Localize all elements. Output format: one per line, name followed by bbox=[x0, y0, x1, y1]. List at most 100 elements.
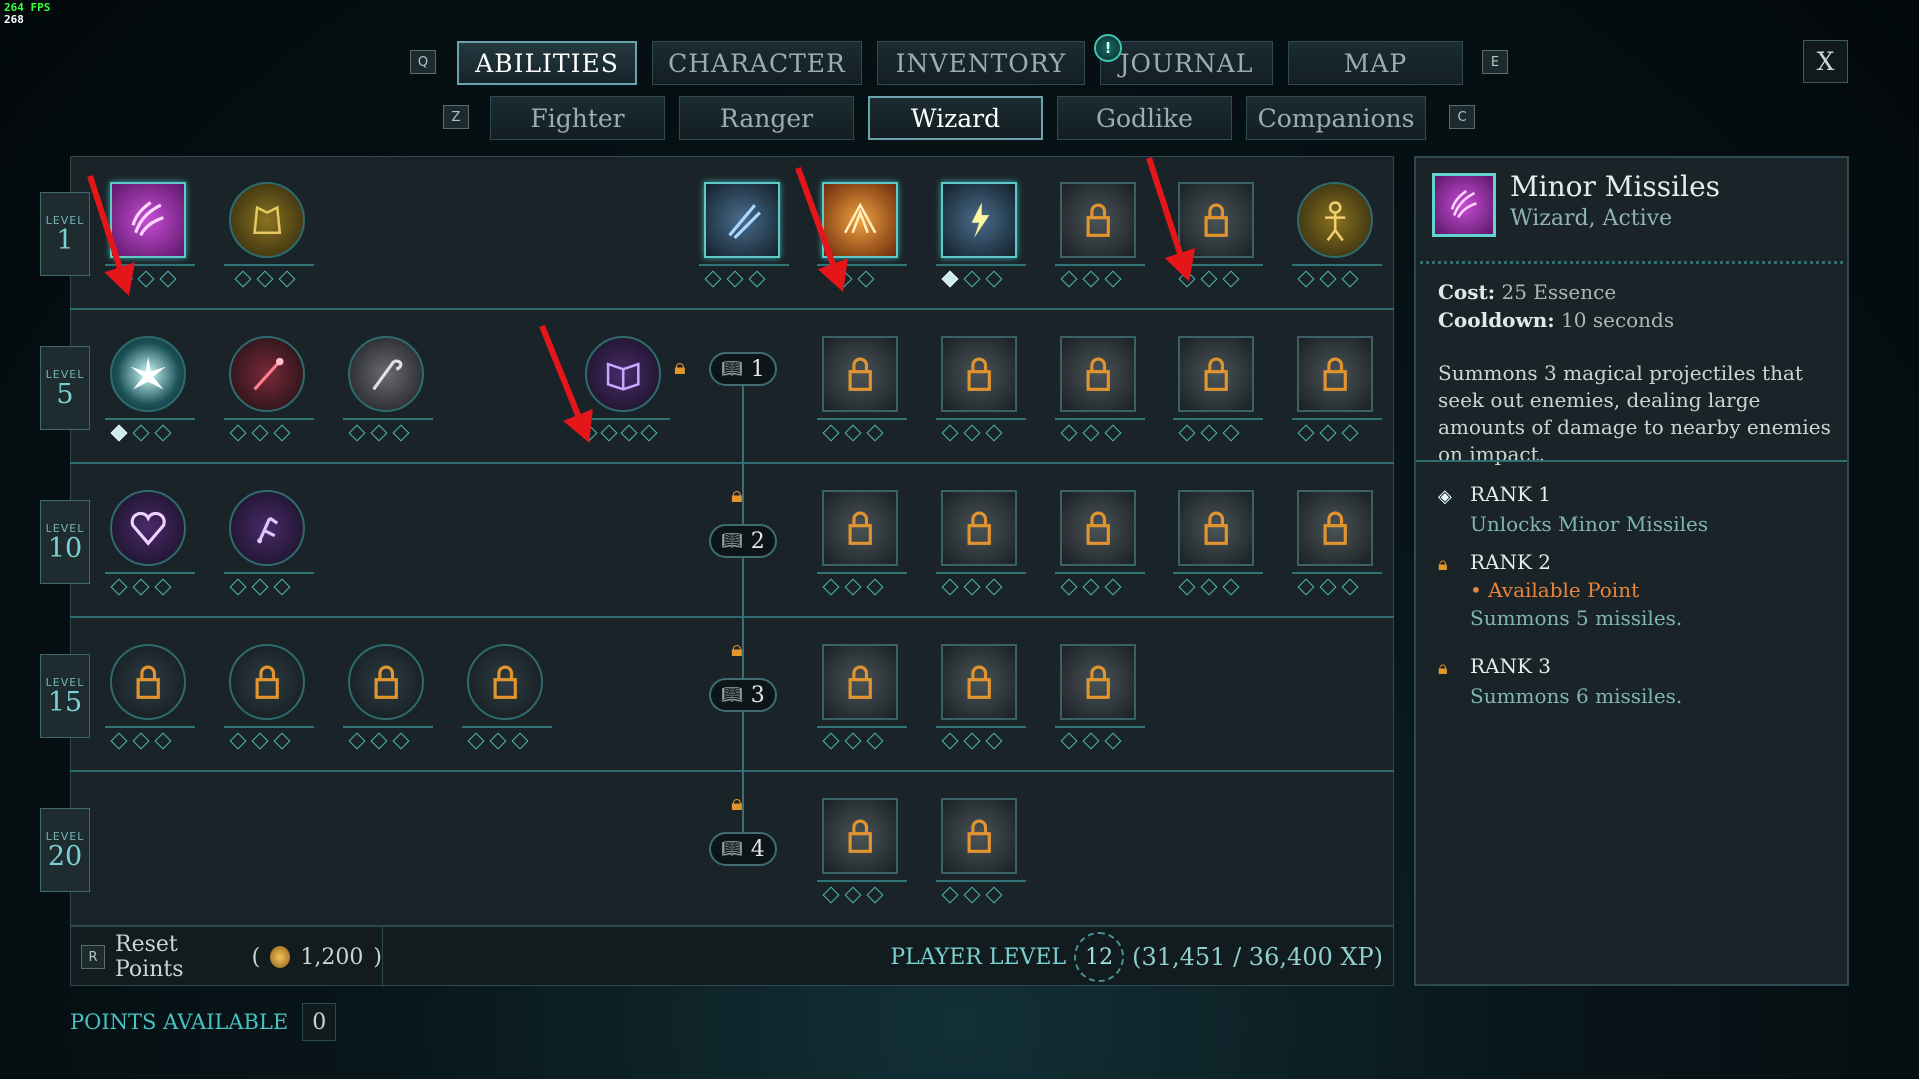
subtab-fighter[interactable]: Fighter bbox=[490, 96, 665, 140]
staff-ability[interactable] bbox=[348, 336, 424, 412]
prev-subtab-key[interactable]: Z bbox=[443, 105, 469, 129]
lock-icon bbox=[967, 511, 991, 545]
rank-pips bbox=[229, 732, 291, 750]
locked-ability[interactable] bbox=[822, 336, 898, 412]
points-label: POINTS AVAILABLE bbox=[70, 1010, 289, 1034]
rank-pip bbox=[1319, 424, 1337, 442]
subtab-ranger[interactable]: Ranger bbox=[679, 96, 854, 140]
next-tab-key[interactable]: E bbox=[1482, 50, 1508, 74]
rank-pip bbox=[1104, 424, 1122, 442]
fps-counter: 264 FPS 268 bbox=[4, 2, 50, 26]
rank-pip bbox=[273, 732, 291, 750]
spellbook-ability[interactable] bbox=[585, 336, 661, 412]
locked-ability[interactable] bbox=[348, 644, 424, 720]
rank-pip bbox=[1222, 270, 1240, 288]
tab-character[interactable]: CHARACTER bbox=[652, 41, 862, 85]
burst-icon bbox=[130, 356, 166, 390]
locked-ability[interactable] bbox=[110, 644, 186, 720]
rank-pips bbox=[1297, 424, 1359, 442]
ability-baseline bbox=[224, 418, 314, 420]
heart-ability[interactable] bbox=[110, 490, 186, 566]
fps-frame: 268 bbox=[4, 13, 24, 26]
rank-title: RANK 2 bbox=[1470, 550, 1552, 574]
rank-pip bbox=[251, 424, 269, 442]
rank-desc: Summons 5 missiles. bbox=[1470, 606, 1683, 630]
subtab-wizard[interactable]: Wizard bbox=[868, 96, 1043, 140]
rank-pips bbox=[1060, 270, 1122, 288]
player-level-badge: 12 bbox=[1074, 932, 1125, 982]
fire-fan-ability[interactable] bbox=[822, 182, 898, 258]
rank-pips bbox=[348, 732, 410, 750]
prev-tab-key[interactable]: Q bbox=[410, 50, 436, 74]
rank-pip bbox=[1082, 424, 1100, 442]
reset-points-button[interactable]: R Reset Points ( 1,200) bbox=[71, 927, 383, 987]
lightning-ability[interactable] bbox=[941, 182, 1017, 258]
lock-icon bbox=[1204, 511, 1228, 545]
locked-ability[interactable] bbox=[1178, 182, 1254, 258]
rank-pip bbox=[132, 424, 150, 442]
lock-icon bbox=[1086, 203, 1110, 237]
armor-ability[interactable] bbox=[229, 182, 305, 258]
close-button[interactable]: X bbox=[1803, 40, 1848, 83]
locked-ability[interactable] bbox=[1060, 336, 1136, 412]
rank-pip bbox=[704, 270, 722, 288]
body-ability[interactable] bbox=[1297, 182, 1373, 258]
rank-pip bbox=[1341, 424, 1359, 442]
rank-pip bbox=[273, 424, 291, 442]
locked-ability[interactable] bbox=[467, 644, 543, 720]
rank-pip bbox=[857, 270, 875, 288]
locked-ability[interactable] bbox=[941, 798, 1017, 874]
next-subtab-key[interactable]: C bbox=[1449, 105, 1475, 129]
lock-icon bbox=[1323, 357, 1347, 391]
tab-inventory[interactable]: INVENTORY bbox=[877, 41, 1085, 85]
ability-baseline bbox=[699, 264, 789, 266]
wand-ability[interactable] bbox=[229, 336, 305, 412]
locked-ability[interactable] bbox=[1060, 644, 1136, 720]
diamond-icon: ◈ bbox=[1438, 486, 1452, 507]
ability-baseline bbox=[1173, 418, 1263, 420]
burst-ability[interactable] bbox=[110, 336, 186, 412]
minor-missiles-ability[interactable] bbox=[110, 182, 186, 258]
reset-key: R bbox=[81, 945, 105, 969]
locked-ability[interactable] bbox=[1060, 182, 1136, 258]
locked-ability[interactable] bbox=[1178, 336, 1254, 412]
rank-pip bbox=[963, 886, 981, 904]
chestplate-icon bbox=[253, 205, 281, 234]
frost-ability[interactable] bbox=[704, 182, 780, 258]
points-value: 0 bbox=[302, 1003, 337, 1041]
rank-pip bbox=[348, 424, 366, 442]
ability-baseline bbox=[936, 264, 1026, 266]
row-divider bbox=[70, 770, 1394, 772]
hand-ability[interactable] bbox=[229, 490, 305, 566]
tab-map[interactable]: MAP bbox=[1288, 41, 1463, 85]
ability-baseline bbox=[1292, 572, 1382, 574]
rank-pips bbox=[941, 270, 1003, 288]
locked-ability[interactable] bbox=[941, 644, 1017, 720]
journal-alert-icon: ! bbox=[1094, 34, 1122, 62]
ability-class: Wizard, Active bbox=[1510, 206, 1673, 231]
reset-label: Reset Points bbox=[115, 932, 184, 982]
subtab-godlike[interactable]: Godlike bbox=[1057, 96, 1232, 140]
tier-number: 2 bbox=[750, 528, 765, 554]
locked-ability[interactable] bbox=[822, 490, 898, 566]
rank-pip bbox=[256, 270, 274, 288]
rank-pip bbox=[110, 732, 128, 750]
locked-ability[interactable] bbox=[1178, 490, 1254, 566]
locked-ability[interactable] bbox=[229, 644, 305, 720]
locked-ability[interactable] bbox=[822, 798, 898, 874]
locked-ability[interactable] bbox=[1297, 490, 1373, 566]
rank-pips bbox=[467, 732, 529, 750]
locked-ability[interactable] bbox=[1060, 490, 1136, 566]
rank-pip bbox=[110, 578, 128, 596]
locked-ability[interactable] bbox=[941, 336, 1017, 412]
level-value: 5 bbox=[56, 378, 74, 410]
rank-pips bbox=[110, 578, 172, 596]
subtab-companions[interactable]: Companions bbox=[1246, 96, 1426, 140]
tab-journal[interactable]: JOURNAL bbox=[1100, 41, 1273, 85]
locked-ability[interactable] bbox=[1297, 336, 1373, 412]
locked-ability[interactable] bbox=[941, 490, 1017, 566]
divider bbox=[1416, 460, 1847, 462]
locked-ability[interactable] bbox=[822, 644, 898, 720]
tab-abilities[interactable]: ABILITIES bbox=[457, 41, 637, 85]
level-1-marker: LEVEL 1 bbox=[40, 192, 90, 276]
